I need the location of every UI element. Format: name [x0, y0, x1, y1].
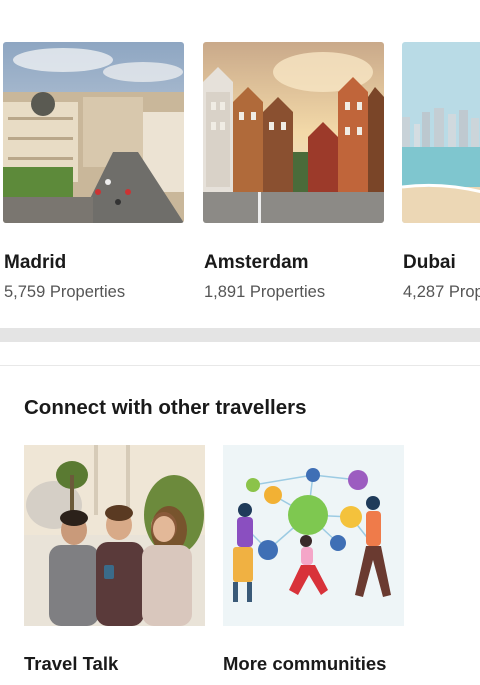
destination-card-amsterdam[interactable]: Amsterdam 1,891 Properties: [203, 42, 384, 301]
community-section-title: Connect with other travellers: [24, 396, 307, 419]
amsterdam-image: [203, 42, 384, 223]
travel-talk-image: [24, 445, 205, 626]
dubai-image: [402, 42, 480, 223]
destination-card-dubai[interactable]: Dubai 4,287 Properties: [402, 42, 480, 301]
community-card-label: More communities: [223, 653, 387, 674]
destination-property-count: 4,287 Properties: [403, 283, 480, 301]
destination-card-madrid[interactable]: Madrid 5,759 Properties: [3, 42, 184, 301]
destination-city: Dubai: [403, 252, 456, 273]
more-communities-image: [223, 445, 404, 626]
community-card-travel-talk[interactable]: Travel Talk: [24, 445, 205, 674]
destination-city: Amsterdam: [204, 252, 309, 273]
community-card-more-communities[interactable]: More communities: [223, 445, 404, 674]
madrid-image: [3, 42, 184, 223]
destination-property-count: 5,759 Properties: [4, 283, 126, 301]
community-card-label: Travel Talk: [24, 653, 119, 674]
section-divider: [0, 328, 480, 342]
destination-city: Madrid: [4, 252, 67, 273]
destination-property-count: 1,891 Properties: [204, 283, 326, 301]
section-divider-line: [0, 365, 480, 366]
destination-carousel[interactable]: Madrid 5,759 Properties Amsterdam 1,891 …: [3, 42, 480, 312]
community-carousel[interactable]: Travel Talk More communities: [24, 445, 480, 685]
